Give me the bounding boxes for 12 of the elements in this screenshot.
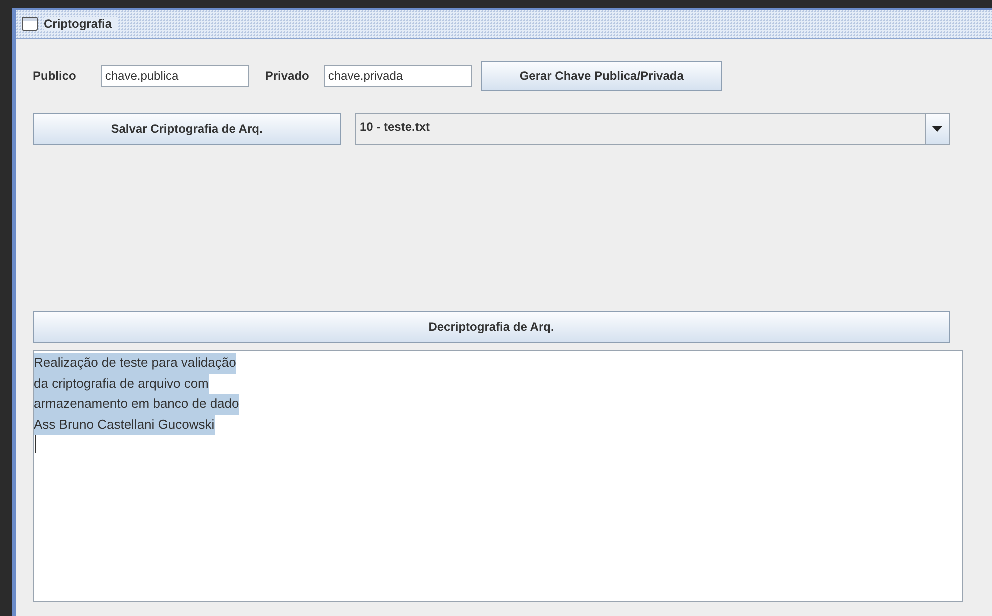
save-encryption-button[interactable]: Salvar Criptografia de Arq. — [33, 113, 341, 145]
window-title: Criptografia — [44, 17, 118, 31]
generate-keys-button[interactable]: Gerar Chave Publica/Privada — [481, 61, 722, 91]
caret-icon — [932, 126, 943, 132]
public-key-label: Publico — [33, 69, 76, 83]
window-icon — [22, 17, 38, 31]
private-key-field[interactable]: chave.privada — [324, 65, 472, 87]
private-key-label: Privado — [265, 69, 310, 83]
file-dropdown[interactable]: 10 - teste.txt — [355, 113, 950, 145]
public-key-field[interactable]: chave.publica — [101, 65, 250, 87]
text-area[interactable]: Realização de teste para validação da criptografia de arquivo com armazenamento em banco de dado Ass Bruno Castellani Gucowski — [33, 350, 963, 602]
decrypt-button[interactable]: Decriptografia de Arq. — [33, 311, 950, 343]
